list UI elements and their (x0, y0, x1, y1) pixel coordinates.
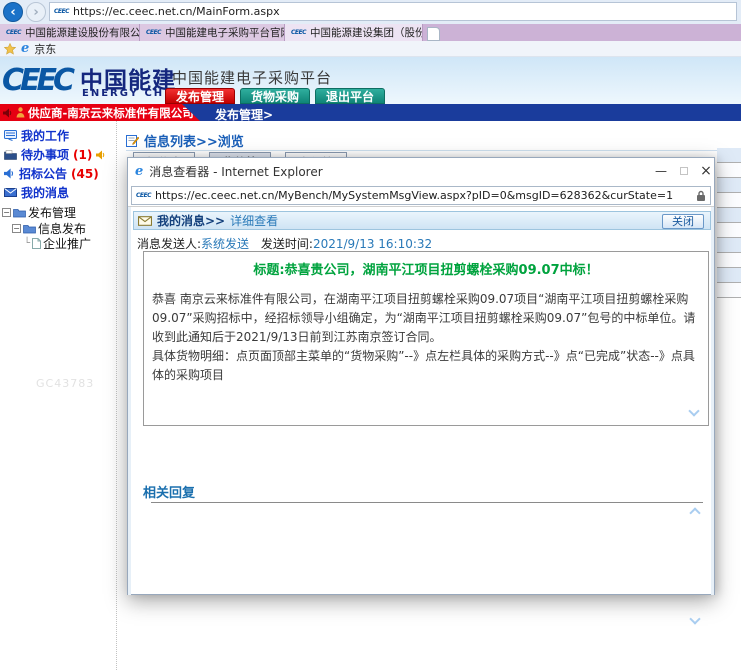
page-icon (32, 238, 41, 249)
browser-tab-label: 中国能源建设集团（股份）... (310, 25, 423, 40)
breadcrumb-text: 发布管理> (215, 106, 273, 123)
address-bar[interactable]: CEEC https://ec.ceec.net.cn/MainForm.asp… (49, 2, 737, 21)
sidebar-item-label: 我的工作 (21, 127, 69, 144)
message-paragraph-2: 具体货物明细：点页面顶部主菜单的“货物采购”--》点左栏具体的采购方式--》点“… (152, 347, 698, 385)
speaker-icon (96, 150, 106, 160)
folder-icon (23, 224, 36, 234)
tree-node-enterprise-promo[interactable]: └ 企业推广 (24, 235, 91, 252)
section-title: 信息列表>>浏览 (144, 131, 244, 150)
sidebar-item-my-messages[interactable]: 我的消息 (4, 184, 69, 201)
popup-url: https://ec.ceec.net.cn/MyBench/MySystemM… (155, 189, 692, 202)
tree-node-publish[interactable]: − 发布管理 (2, 204, 76, 221)
chevron-up-icon[interactable] (689, 507, 700, 518)
lock-icon (696, 190, 706, 202)
message-paragraph-1: 恭喜 南京云来标准件有限公司，在湖南平江项目扭剪螺栓采购09.07项目“湖南平江… (152, 290, 698, 347)
message-box: 标题:恭喜贵公司，湖南平江项目扭剪螺栓采购09.07中标！ 恭喜 南京云来标准件… (143, 251, 709, 426)
supplier-name: 供应商-南京云来标准件有限公司 (28, 105, 194, 121)
nav-tab-exit[interactable]: 退出平台 (315, 88, 385, 104)
message-viewer-window: e 消息查看器 - Internet Explorer — × CEEC htt… (127, 157, 715, 595)
tree-branch-line: └ (24, 238, 30, 249)
sidebar-item-label: 我的消息 (21, 184, 69, 201)
browser-tab-3-active[interactable]: CEEC 中国能源建设集团（股份）... × (285, 24, 423, 41)
browser-tab-2[interactable]: CEEC 中国能建电子采购平台官网 (140, 24, 285, 41)
favorites-star-icon[interactable] (4, 43, 16, 55)
section-header: 信息列表>>浏览 (126, 131, 736, 151)
sidebar: 我的工作 待办事项 (1) 招标公告 (45) 我的消息 − (0, 121, 117, 670)
watermark-text: GC43783 (36, 377, 94, 390)
folder-tasks-icon (4, 150, 17, 160)
popup-breadcrumb-left: 我的消息>> (157, 212, 225, 229)
envelope-icon (138, 216, 152, 226)
sender-label: 消息发送人: (137, 237, 201, 251)
speaker-icon (4, 168, 15, 179)
message-body: 恭喜 南京云来标准件有限公司，在湖南平江项目扭剪螺栓采购09.07项目“湖南平江… (144, 278, 708, 385)
background-table-rows (717, 148, 741, 298)
popup-breadcrumb-right: 详细查看 (230, 212, 278, 229)
tree-node-label: 发布管理 (28, 204, 76, 221)
browser-tab-1[interactable]: CEEC 中国能源建设股份有限公司 (0, 24, 140, 41)
popup-title-bar[interactable]: e 消息查看器 - Internet Explorer (128, 158, 714, 185)
popup-window-title: 消息查看器 - Internet Explorer (149, 163, 322, 180)
time-label: 发送时间: (261, 237, 313, 251)
breadcrumb-bar: 供应商-南京云来标准件有限公司 发布管理> (0, 104, 741, 121)
browser-tab-label: 中国能源建设股份有限公司 (25, 25, 140, 40)
address-url: https://ec.ceec.net.cn/MainForm.aspx (73, 5, 280, 18)
minimize-button[interactable]: — (654, 164, 668, 178)
time-value: 2021/9/13 16:10:32 (313, 237, 432, 251)
message-header-strip: 我的消息>> 详细查看 关闭 (133, 211, 711, 230)
speaker-icon (3, 108, 13, 118)
supplier-banner: 供应商-南京云来标准件有限公司 (0, 104, 200, 121)
sidebar-item-my-work[interactable]: 我的工作 (4, 127, 69, 144)
main-nav-tabs: 发布管理 货物采购 退出平台 (165, 88, 385, 104)
close-button[interactable]: 关闭 (662, 214, 704, 229)
sidebar-item-bid-notice[interactable]: 招标公告 (45) (4, 165, 99, 182)
folder-icon (13, 208, 26, 218)
back-button[interactable]: ‹ (3, 2, 23, 22)
ceec-favicon: CEEC (291, 29, 306, 36)
bookmarks-bar: e 京东 (0, 41, 741, 57)
nav-tab-goods[interactable]: 货物采购 (240, 88, 310, 104)
popup-content: 我的消息>> 详细查看 关闭 消息发送人:系统发送 发送时间:2021/9/13… (128, 207, 714, 595)
message-title: 标题:恭喜贵公司，湖南平江项目扭剪螺栓采购09.07中标！ (144, 259, 708, 278)
person-icon (16, 107, 25, 118)
ceec-favicon: CEEC (6, 29, 21, 36)
sender-row: 消息发送人:系统发送 发送时间:2021/9/13 16:10:32 (137, 235, 432, 252)
ceec-favicon: CEEC (54, 8, 69, 15)
bookmark-jd[interactable]: 京东 (34, 41, 56, 57)
ie-icon: e (135, 164, 143, 179)
chevron-down-icon[interactable] (688, 405, 699, 416)
popup-address-row: CEEC https://ec.ceec.net.cn/MyBench/MySy… (128, 185, 714, 207)
forward-button[interactable]: › (26, 2, 46, 22)
ceec-logo: CEEC (2, 63, 71, 98)
sender-value: 系统发送 (201, 237, 249, 251)
chevron-down-icon[interactable] (689, 613, 700, 624)
sidebar-item-label: 待办事项 (21, 146, 69, 163)
tree-node-label: 企业推广 (43, 235, 91, 252)
reply-divider (151, 502, 703, 503)
list-edit-icon (126, 134, 139, 147)
sidebar-item-label: 招标公告 (19, 165, 67, 182)
browser-tab-strip: CEEC 中国能源建设股份有限公司 CEEC 中国能建电子采购平台官网 CEEC… (0, 24, 741, 41)
ceec-favicon: CEEC (136, 192, 151, 199)
tree-expand-icon[interactable]: − (2, 208, 11, 217)
popup-address-bar[interactable]: CEEC https://ec.ceec.net.cn/MyBench/MySy… (131, 186, 711, 205)
screen: ‹ › CEEC https://ec.ceec.net.cn/MainForm… (0, 0, 741, 670)
envelope-icon (4, 188, 17, 197)
browser-top-bar: ‹ › CEEC https://ec.ceec.net.cn/MainForm… (0, 0, 741, 24)
platform-title: 中国能建电子采购平台 (172, 67, 332, 88)
ie-icon: e (21, 41, 29, 56)
monitor-icon (4, 130, 17, 141)
browser-tab-label: 中国能建电子采购平台官网 (165, 25, 285, 40)
tree-expand-icon[interactable]: − (12, 224, 21, 233)
site-header: CEEC 中国能建 ENERGY CHINA 中国能建电子采购平台 发布管理 货… (0, 57, 741, 104)
sidebar-item-todo[interactable]: 待办事项 (1) (4, 146, 106, 163)
close-window-button[interactable]: × (699, 164, 713, 178)
todo-count: (1) (73, 148, 92, 162)
nav-tab-publish[interactable]: 发布管理 (165, 88, 235, 104)
maximize-button[interactable] (677, 164, 691, 178)
bid-notice-count: (45) (71, 167, 99, 181)
ceec-favicon: CEEC (146, 29, 161, 36)
reply-section-title: 相关回复 (143, 482, 195, 501)
new-tab-button[interactable] (427, 27, 440, 41)
